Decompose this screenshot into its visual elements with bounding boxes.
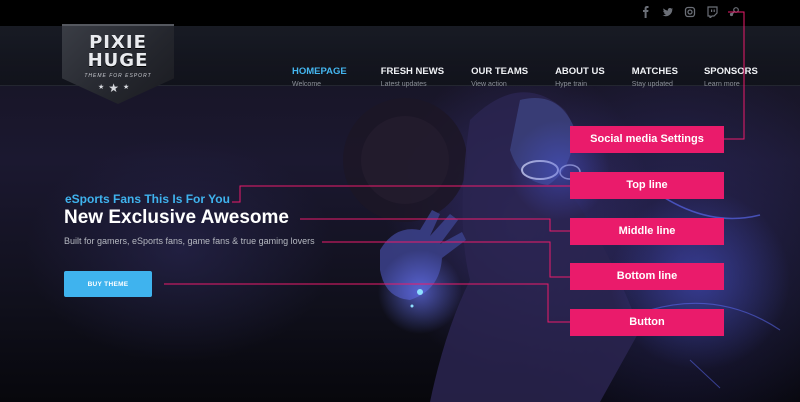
connector-bottom-line [322, 241, 570, 278]
connector-top-line [232, 185, 570, 203]
annotation-connectors [164, 11, 745, 323]
annotation-top-line: Top line [570, 172, 724, 199]
annotation-bottom-line: Bottom line [570, 263, 724, 290]
annotation-button: Button [570, 309, 724, 336]
annotation-social-settings: Social media Settings [570, 126, 724, 153]
annotation-middle-line: Middle line [570, 218, 724, 245]
connector-middle-line [300, 218, 570, 232]
connector-button [164, 283, 570, 323]
connector-social [724, 11, 745, 140]
